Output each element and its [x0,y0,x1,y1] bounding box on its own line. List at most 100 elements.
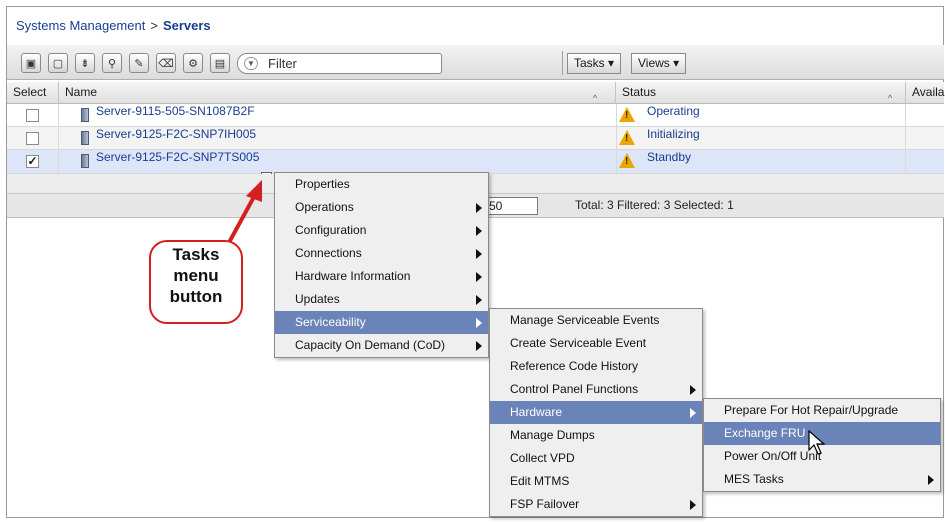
menu-item-mes-tasks[interactable]: MES Tasks [704,468,940,491]
status-link[interactable]: Operating [647,104,700,118]
menu-item-label: Updates [295,292,340,306]
server-icon [81,154,89,168]
menu-item-label: MES Tasks [724,472,784,486]
menu-item-reference-code-history[interactable]: Reference Code History [490,355,702,378]
menu-item-create-serviceable-event[interactable]: Create Serviceable Event [490,332,702,355]
menu-item-fsp-failover[interactable]: FSP Failover [490,493,702,516]
select-cell: ✓ [7,150,59,173]
filter-input[interactable]: ▼ Filter [237,53,442,74]
menu-item-label: Hardware Information [295,269,411,283]
menu-item-label: Exchange FRU [724,426,806,440]
submenu-arrow-icon [476,341,482,351]
menu-item-operations[interactable]: Operations [275,196,488,219]
column-name-label: Name [65,85,98,99]
tasks-menu-callout: Tasks menu button [149,240,243,324]
menu-item-label: Capacity On Demand (CoD) [295,338,446,352]
menu-item-serviceability[interactable]: Serviceability [275,311,488,334]
submenu-arrow-icon [476,226,482,236]
breadcrumb: Systems Management > Servers [16,18,211,33]
properties-icon[interactable]: ▤ [210,53,230,73]
tasks-context-menu: Properties Operations Configuration Connect… [274,172,489,358]
submenu-arrow-icon [476,318,482,328]
status-link[interactable]: Initializing [647,127,700,141]
menu-item-configuration[interactable]: Configuration [275,219,488,242]
callout-line-2: menu [173,266,219,285]
menu-item-label: Collect VPD [510,451,575,465]
submenu-arrow-icon [476,249,482,259]
menu-item-label: Operations [295,200,354,214]
submenu-arrow-icon [690,408,696,418]
callout-line-1: Tasks [172,245,220,264]
table-row-selected[interactable]: ✓ Server-9125-F2C-SNP7TS005 ! Standby [7,150,944,174]
menu-item-edit-mtms[interactable]: Edit MTMS [490,470,702,493]
deselect-all-icon[interactable]: ▢ [48,53,68,73]
server-name-link[interactable]: Server-9115-505-SN1087B2F [96,104,255,118]
menu-item-capacity-on-demand-cod[interactable]: Capacity On Demand (CoD) [275,334,488,357]
server-name-link[interactable]: Server-9125-F2C-SNP7TS005 [96,150,259,164]
callout-line-3: button [169,287,223,306]
server-icon [81,131,89,145]
mouse-pointer-icon [808,430,826,455]
edit-icon[interactable]: ✎ [129,53,149,73]
breadcrumb-current: Servers [162,18,211,33]
menu-item-prepare-for-hot-repair-upgrade[interactable]: Prepare For Hot Repair/Upgrade [704,399,940,422]
row-checkbox[interactable] [26,109,39,122]
select-cell [7,127,59,150]
submenu-arrow-icon [928,475,934,485]
submenu-arrow-icon [690,385,696,395]
menu-item-label: FSP Failover [510,497,580,511]
expand-icon[interactable]: ⇟ [75,53,95,73]
warning-icon: ! [619,130,635,145]
menu-item-hardware-information[interactable]: Hardware Information [275,265,488,288]
menu-item-properties[interactable]: Properties [275,173,488,196]
serviceability-submenu: Manage Serviceable Events Create Servicea… [489,308,703,517]
breadcrumb-separator: > [150,18,158,33]
menu-item-label: Connections [295,246,362,260]
menu-item-label: Create Serviceable Event [510,336,647,350]
toolbar-separator [562,51,563,75]
menu-item-collect-vpd[interactable]: Collect VPD [490,447,702,470]
menu-item-control-panel-functions[interactable]: Control Panel Functions [490,378,702,401]
clear-icon[interactable]: ⌫ [156,53,176,73]
menu-item-label: Configuration [295,223,367,237]
submenu-arrow-icon [476,203,482,213]
filter-icon[interactable]: ⚲ [102,53,122,73]
row-checkbox[interactable] [26,132,39,145]
column-header-status[interactable]: Status ^ [616,82,906,104]
submenu-arrow-icon [476,272,482,282]
warning-icon: ! [619,153,635,168]
warning-icon: ! [619,107,635,122]
select-all-icon[interactable]: ▣ [21,53,41,73]
menu-item-updates[interactable]: Updates [275,288,488,311]
table-row[interactable]: Server-9125-F2C-SNP7IH005 ! Initializing [7,127,944,150]
column-header-name[interactable]: Name ^ [59,82,616,104]
menu-item-label: Serviceability [295,315,366,329]
breadcrumb-parent-link[interactable]: Systems Management [16,18,145,33]
menu-item-label: Prepare For Hot Repair/Upgrade [724,403,899,417]
menu-item-manage-dumps[interactable]: Manage Dumps [490,424,702,447]
tasks-dropdown-button[interactable]: Tasks ▾ [567,53,622,74]
menu-item-connections[interactable]: Connections [275,242,488,265]
row-checkbox[interactable]: ✓ [26,155,39,168]
server-name-link[interactable]: Server-9125-F2C-SNP7IH005 [96,127,256,141]
status-link[interactable]: Standby [647,150,691,164]
filter-placeholder: Filter [268,56,297,71]
menu-item-label: Control Panel Functions [510,382,639,396]
menu-item-label: Hardware [510,405,563,419]
menu-item-label: Power On/Off Unit [724,449,822,463]
table-summary: Total: 3 Filtered: 3 Selected: 1 [575,198,734,212]
column-header-available[interactable]: Availal [906,82,945,104]
submenu-arrow-icon [690,500,696,510]
menu-item-label: Properties [295,177,350,191]
menu-item-label: Edit MTMS [510,474,570,488]
views-dropdown-button[interactable]: Views ▾ [631,53,687,74]
submenu-arrow-icon [476,295,482,305]
configure-columns-icon[interactable]: ⚙ [183,53,203,73]
column-header-select[interactable]: Select [7,82,59,104]
menu-item-hardware[interactable]: Hardware [490,401,702,424]
menu-item-manage-serviceable-events[interactable]: Manage Serviceable Events [490,309,702,332]
table-row[interactable]: Server-9115-505-SN1087B2F ! Operating [7,104,944,127]
filter-dropdown-icon[interactable]: ▼ [244,57,258,70]
table-header: Select Name ^ Status ^ Availal [7,82,945,104]
page-size-input[interactable]: 50 [486,197,538,215]
